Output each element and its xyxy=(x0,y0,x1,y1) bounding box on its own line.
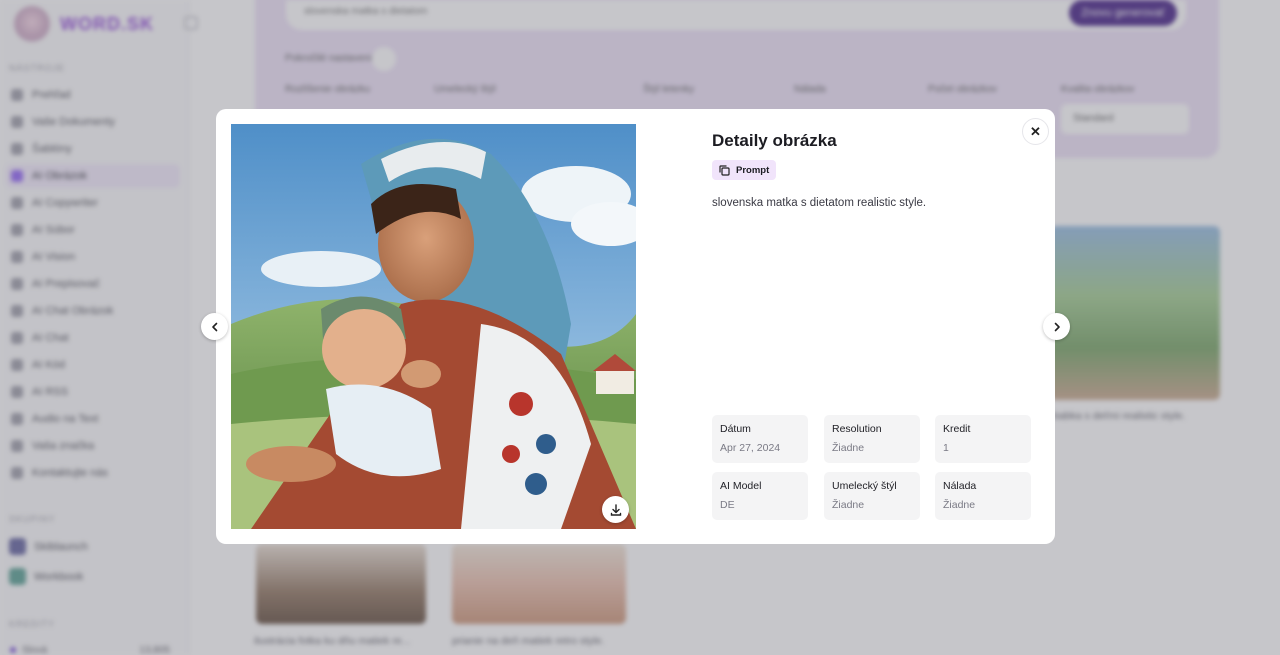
meta-value: 1 xyxy=(943,442,949,454)
generated-image xyxy=(231,124,636,529)
meta-value: Žiadne xyxy=(832,442,865,454)
previous-image-button[interactable] xyxy=(201,313,228,340)
meta-label: Nálada xyxy=(943,480,977,492)
image-details-modal: Detaily obrázka ✕ Prompt slovenska matka… xyxy=(216,109,1055,544)
meta-label: Kredit xyxy=(943,423,971,435)
modal-title: Detaily obrázka xyxy=(712,131,837,150)
chevron-left-icon xyxy=(211,322,217,331)
close-icon: ✕ xyxy=(1030,123,1041,139)
meta-value: Apr 27, 2024 xyxy=(720,442,781,454)
chevron-right-icon xyxy=(1054,322,1060,331)
prompt-chip-label: Prompt xyxy=(736,164,770,176)
meta-card-date: Dátum Apr 27, 2024 xyxy=(712,415,808,463)
download-button[interactable] xyxy=(602,496,629,523)
meta-card-ai-model: AI Model DE xyxy=(712,472,808,520)
close-button[interactable]: ✕ xyxy=(1022,118,1049,145)
meta-label: Dátum xyxy=(720,423,751,435)
copy-icon xyxy=(719,164,730,176)
next-image-button[interactable] xyxy=(1043,313,1070,340)
meta-card-credit: Kredit 1 xyxy=(935,415,1031,463)
meta-value: Žiadne xyxy=(832,499,865,511)
meta-card-art-style: Umelecký štýl Žiadne xyxy=(824,472,920,520)
meta-label: AI Model xyxy=(720,480,762,492)
meta-label: Resolution xyxy=(832,423,882,435)
meta-card-resolution: Resolution Žiadne xyxy=(824,415,920,463)
meta-label: Umelecký štýl xyxy=(832,480,897,492)
meta-value: DE xyxy=(720,499,735,511)
meta-card-mood: Nálada Žiadne xyxy=(935,472,1031,520)
meta-value: Žiadne xyxy=(943,499,976,511)
copy-prompt-button[interactable]: Prompt xyxy=(712,160,777,180)
download-icon xyxy=(610,503,621,516)
prompt-text: slovenska matka s dietatom realistic sty… xyxy=(712,197,927,209)
